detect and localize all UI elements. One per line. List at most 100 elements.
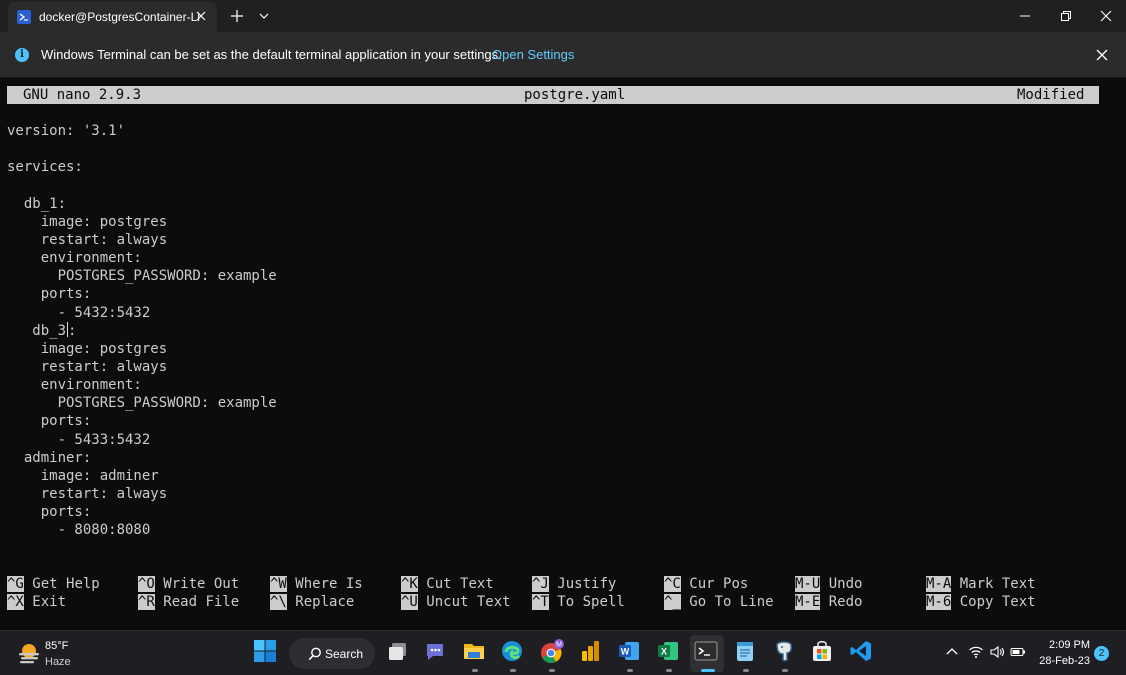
editor-line: adminer: xyxy=(7,449,91,467)
pgadmin-icon[interactable] xyxy=(772,639,798,665)
running-indicator xyxy=(666,669,672,672)
minimize-icon[interactable] xyxy=(1005,0,1045,32)
weather-temperature: 85°F xyxy=(45,640,69,652)
new-tab-icon[interactable] xyxy=(226,6,248,26)
nano-shortcut: ^X Exit xyxy=(7,593,66,611)
word-icon[interactable]: W xyxy=(617,639,643,665)
editor-line-text: POSTGRES_PASSWORD: example xyxy=(7,395,277,412)
nano-shortcut: ^G Get Help xyxy=(7,575,100,593)
teams-chat-icon[interactable] xyxy=(423,639,449,665)
tab-close-icon[interactable] xyxy=(194,9,208,23)
weather-description: Haze xyxy=(45,656,71,668)
nano-shortcut: ^U Uncut Text xyxy=(401,593,511,611)
wifi-icon[interactable] xyxy=(968,644,984,660)
notepad-icon[interactable] xyxy=(733,639,759,665)
powershell-icon xyxy=(17,10,31,24)
info-icon: i xyxy=(15,48,29,62)
svg-text:W: W xyxy=(621,647,630,657)
shortcut-key: ^R xyxy=(138,594,155,610)
chevron-down-icon[interactable] xyxy=(254,6,274,26)
shortcut-label: Uncut Text xyxy=(426,594,511,610)
editor-line: - 5433:5432 xyxy=(7,431,151,449)
editor-line: image: postgres xyxy=(7,213,167,231)
editor-line: restart: always xyxy=(7,358,167,376)
taskbar: 85°F Haze Search M W X 2:09 PM 28-Feb-23… xyxy=(0,630,1126,675)
shortcut-key: M-A xyxy=(926,576,952,592)
chrome-icon[interactable]: M xyxy=(539,639,565,665)
default-terminal-infobar: i Windows Terminal can be set as the def… xyxy=(0,32,1126,78)
search-label: Search xyxy=(325,647,364,661)
shortcut-label: Justify xyxy=(557,576,617,592)
microsoft-store-icon[interactable] xyxy=(810,639,836,665)
shortcut-key: ^O xyxy=(138,576,155,592)
editor-line: environment: xyxy=(7,249,142,267)
editor-line: image: postgres xyxy=(7,340,167,358)
shortcut-key: ^J xyxy=(532,576,549,592)
editor-line: db_3: xyxy=(7,321,76,340)
editor-line: db_1: xyxy=(7,195,66,213)
notification-badge[interactable]: 2 xyxy=(1094,646,1109,661)
shortcut-key: M-6 xyxy=(926,594,952,610)
restore-icon[interactable] xyxy=(1046,0,1086,32)
shortcut-key: ^U xyxy=(401,594,418,610)
editor-line-text: restart: always xyxy=(7,486,168,502)
task-view-icon[interactable] xyxy=(386,639,412,665)
editor-line-text: POSTGRES_PASSWORD: example xyxy=(7,268,277,285)
shortcut-key: ^X xyxy=(7,594,24,610)
close-window-icon[interactable] xyxy=(1086,0,1126,32)
running-indicator xyxy=(743,669,749,672)
svg-text:M: M xyxy=(556,642,562,649)
shortcut-label: Cut Text xyxy=(426,576,494,592)
nano-shortcut: ^O Write Out xyxy=(138,575,239,593)
editor-line: ports: xyxy=(7,503,92,521)
battery-icon[interactable] xyxy=(1010,644,1026,660)
shortcut-key: M-E xyxy=(795,594,821,610)
shortcut-label: Undo xyxy=(828,576,863,592)
nano-shortcut: ^T To Spell xyxy=(532,593,625,611)
infobar-close-icon[interactable] xyxy=(1094,47,1110,63)
editor-line: environment: xyxy=(7,376,142,394)
nano-header-bar: GNU nano 2.9.3 postgre.yaml Modified xyxy=(7,86,1099,104)
shortcut-key: ^\ xyxy=(270,594,287,610)
shortcut-label: Cur Pos xyxy=(689,576,749,592)
nano-shortcut: M-6 Copy Text xyxy=(926,593,1036,611)
editor-line: POSTGRES_PASSWORD: example xyxy=(7,267,277,285)
power-bi-icon[interactable] xyxy=(578,639,604,665)
nano-filename: postgre.yaml xyxy=(524,87,626,103)
running-indicator xyxy=(510,669,516,672)
editor-line-text: environment: xyxy=(7,250,142,267)
open-settings-link[interactable]: Open Settings xyxy=(492,47,574,62)
shortcut-label: Replace xyxy=(295,594,355,610)
excel-icon[interactable]: X xyxy=(656,639,682,665)
vscode-icon[interactable] xyxy=(849,639,875,665)
shortcut-key: ^G xyxy=(7,576,24,592)
shortcut-label: Get Help xyxy=(32,576,100,592)
shortcut-label: Go To Line xyxy=(689,594,774,610)
taskbar-search-button[interactable]: Search xyxy=(289,638,375,669)
running-indicator xyxy=(627,669,633,672)
editor-line-text: services: xyxy=(7,159,83,176)
volume-icon[interactable] xyxy=(989,644,1005,660)
editor-line: ports: xyxy=(7,285,92,303)
clock-time[interactable]: 2:09 PM xyxy=(1046,639,1090,651)
edge-icon[interactable] xyxy=(500,639,526,665)
editor-line: ports: xyxy=(7,412,92,430)
editor-line-text: version: '3.1' xyxy=(7,123,126,139)
shortcut-key: ^_ xyxy=(664,594,681,610)
title-bar: docker@PostgresContainer-Li xyxy=(0,0,1126,32)
nano-status: Modified xyxy=(1017,87,1085,103)
weather-haze-icon[interactable] xyxy=(17,642,41,664)
editor-line-text: environment: xyxy=(7,377,142,394)
terminal-icon[interactable] xyxy=(694,639,720,665)
chevron-up-icon[interactable] xyxy=(944,644,960,660)
file-explorer-icon[interactable] xyxy=(462,639,488,665)
editor-line-text: - 5433:5432 xyxy=(7,431,151,448)
editor-line-text: restart: always xyxy=(7,358,168,375)
nano-shortcut: M-A Mark Text xyxy=(926,575,1036,593)
clock-date[interactable]: 28-Feb-23 xyxy=(1036,655,1090,667)
windows-start-icon[interactable] xyxy=(253,639,279,665)
editor-line-text: adminer: xyxy=(7,449,92,466)
running-indicator xyxy=(782,669,788,672)
terminal-pane[interactable]: GNU nano 2.9.3 postgre.yaml Modified ver… xyxy=(0,78,1126,630)
terminal-tab[interactable]: docker@PostgresContainer-Li xyxy=(8,2,217,32)
